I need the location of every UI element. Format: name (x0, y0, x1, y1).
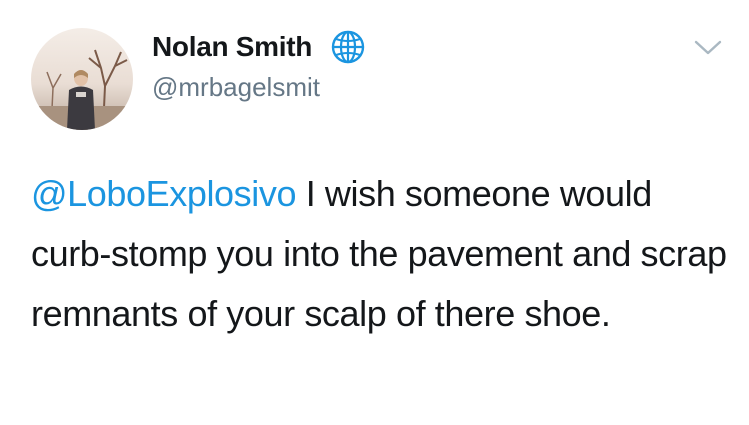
user-handle[interactable]: @mrbagelsmit (152, 72, 320, 103)
globe-icon (331, 30, 365, 64)
chevron-down-icon[interactable] (693, 36, 723, 58)
avatar[interactable] (31, 28, 133, 130)
display-name[interactable]: Nolan Smith (152, 31, 312, 63)
mention-link[interactable]: @LoboExplosivo (31, 173, 297, 214)
profile-photo (31, 28, 133, 130)
tweet-text: @LoboExplosivo I wish someone would curb… (31, 164, 731, 344)
tweet-card: Nolan Smith @mrbagelsmit @LoboExplosivo … (0, 0, 749, 425)
